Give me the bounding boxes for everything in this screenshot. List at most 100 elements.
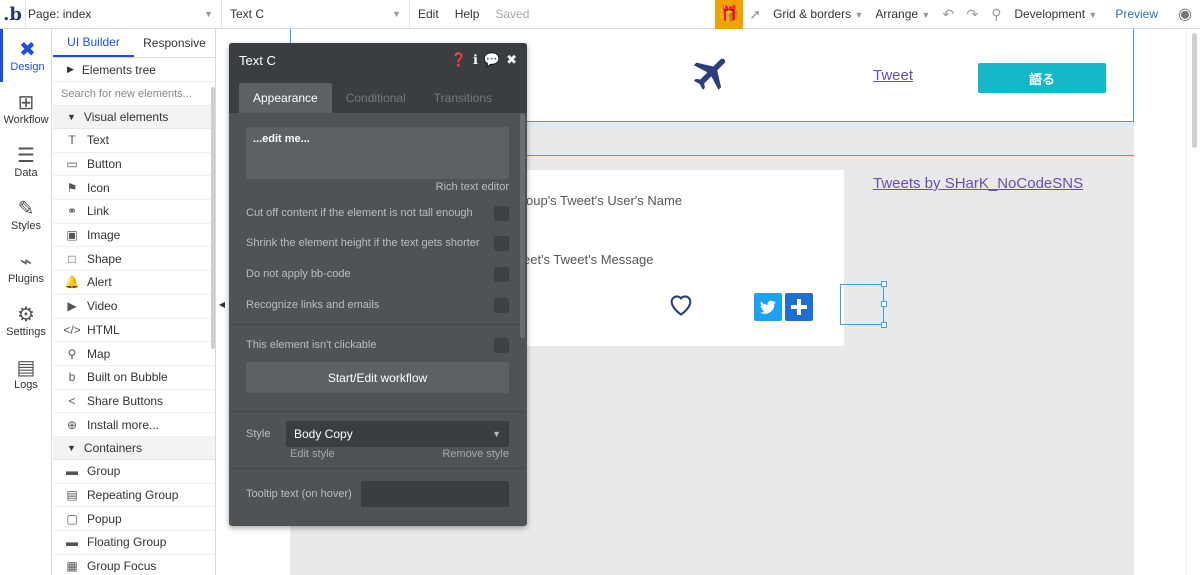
option-cut-off-content[interactable]: Cut off content if the element is not ta… (246, 204, 509, 222)
visual-element-item[interactable]: ⚑ Icon (53, 176, 215, 201)
plane-icon[interactable] (690, 51, 734, 95)
workflow-icon: ⊞ (17, 91, 35, 114)
account-icon[interactable]: ◉ (1170, 4, 1200, 24)
tweet-user-name-text[interactable]: oup's Tweet's User's Name (526, 193, 682, 208)
visual-element-item[interactable]: ⚲ Map (53, 342, 215, 366)
option-recognize-links[interactable]: Recognize links and emails (246, 296, 509, 314)
undo-icon[interactable]: ↶ (936, 6, 960, 23)
visual-element-item[interactable]: < Share Buttons (53, 390, 215, 414)
tooltip-input[interactable] (361, 481, 509, 507)
editor-scrollbar[interactable] (520, 113, 525, 338)
rail-label: Workflow (3, 113, 49, 126)
visual-element-item[interactable]: T Text (53, 129, 215, 153)
visual-element-item[interactable]: b Built on Bubble (53, 366, 215, 390)
page-selector[interactable]: Page: index ▼ (26, 0, 222, 29)
rail-data[interactable]: ☰ Data (0, 135, 52, 188)
page-scrollbar[interactable] (1186, 29, 1200, 575)
visual-element-item[interactable]: ▶ Video (53, 295, 215, 319)
option-no-bb-code[interactable]: Do not apply bb-code (246, 265, 509, 283)
containers-list: ▬ Group ▤ Repeating Group ▢ Popup ▬ Floating Gr… (53, 460, 215, 575)
preview-link[interactable]: Preview (1103, 7, 1170, 21)
option-shrink-height[interactable]: Shrink the element height if the text ge… (246, 234, 509, 252)
scrollbar-thumb[interactable] (1192, 33, 1197, 148)
visual-element-item[interactable]: 🔔 Alert (53, 271, 215, 295)
rail-styles[interactable]: ✎ Styles (0, 188, 52, 241)
help-icon[interactable]: ❓ (451, 52, 467, 68)
checkbox[interactable] (494, 337, 509, 353)
checkbox[interactable] (494, 266, 509, 282)
element-type-icon: 🔔 (64, 275, 80, 290)
arrange-menu[interactable]: Arrange ▼ (869, 7, 936, 21)
rail-logs[interactable]: ▤ Logs (0, 347, 52, 400)
visual-element-item[interactable]: ⊕ Install more... (53, 413, 215, 437)
tab-ui-builder[interactable]: UI Builder (53, 29, 134, 57)
rail-workflow[interactable]: ⊞ Workflow (0, 82, 52, 135)
edit-style-link[interactable]: Edit style (290, 448, 335, 460)
caret-down-icon: ▼ (67, 442, 76, 453)
visual-element-item[interactable]: ▭ Button (53, 153, 215, 177)
talk-button[interactable]: 語る (978, 63, 1106, 93)
help-menu[interactable]: Help (447, 7, 488, 21)
panel-scrollbar[interactable] (211, 87, 215, 349)
rail-design[interactable]: ✖ Design (0, 29, 52, 82)
elements-tree-label: Elements tree (81, 62, 156, 77)
visual-element-item[interactable]: ⚭ Link (53, 200, 215, 224)
redo-icon[interactable]: ↷ (960, 6, 984, 23)
add-icon[interactable] (785, 293, 813, 321)
resize-handle[interactable] (881, 322, 887, 328)
start-edit-workflow-button[interactable]: Start/Edit workflow (246, 362, 509, 393)
tab-responsive[interactable]: Responsive (134, 29, 215, 57)
visual-element-item[interactable]: ▣ Image (53, 224, 215, 248)
collapse-panel-icon[interactable]: ◀ (216, 295, 228, 313)
twitter-timeline-link[interactable]: Tweets by SHarK_NoCodeSNS (873, 175, 1083, 192)
bubble-logo[interactable]: .b (0, 0, 26, 29)
heart-icon[interactable] (667, 291, 695, 317)
container-element-item[interactable]: ▢ Popup (53, 507, 215, 531)
visual-element-item[interactable]: </> HTML (53, 319, 215, 343)
checkbox[interactable] (494, 235, 509, 251)
search-icon[interactable]: ⚲ (984, 6, 1008, 23)
editor-header[interactable]: Text C ❓ ℹ 💬 ✖ (229, 43, 527, 77)
container-element-item[interactable]: ▬ Group (53, 460, 215, 484)
elements-tree-toggle[interactable]: ▶ Elements tree (53, 58, 215, 82)
arrange-label: Arrange (875, 7, 919, 21)
close-icon[interactable]: ✖ (506, 52, 517, 68)
tab-conditional[interactable]: Conditional (332, 83, 420, 113)
tab-appearance[interactable]: Appearance (239, 83, 332, 113)
style-select[interactable]: Body Copy ▼ (286, 421, 509, 447)
checkbox[interactable] (494, 297, 509, 313)
remove-style-link[interactable]: Remove style (442, 448, 509, 460)
comment-icon[interactable]: 💬 (484, 52, 500, 68)
container-element-item[interactable]: ▤ Repeating Group (53, 484, 215, 508)
grid-borders-menu[interactable]: Grid & borders ▼ (767, 7, 869, 21)
info-icon[interactable]: ℹ (473, 52, 478, 68)
resize-handle[interactable] (881, 281, 887, 287)
option-not-clickable[interactable]: This element isn't clickable (246, 336, 509, 354)
left-rail: ✖ Design ⊞ Workflow ☰ Data ✎ Styles ⌁ Plugins… (0, 29, 52, 575)
element-selector[interactable]: Text C ▼ (222, 0, 410, 29)
tab-transitions[interactable]: Transitions (420, 83, 506, 113)
element-type-icon: ▭ (66, 157, 78, 172)
checkbox[interactable] (494, 205, 509, 221)
selected-element-frame[interactable] (840, 284, 884, 325)
rich-text-editor-link[interactable]: Rich text editor (436, 181, 509, 193)
edit-menu[interactable]: Edit (410, 7, 447, 21)
rail-settings[interactable]: ⚙ Settings (0, 294, 52, 347)
gift-icon[interactable]: 🎁 (715, 0, 744, 29)
rail-plugins[interactable]: ⌁ Plugins (0, 241, 52, 294)
visual-element-item[interactable]: □ Shape (53, 247, 215, 272)
container-element-item[interactable]: ▬ Floating Group (53, 531, 215, 555)
resize-handle[interactable] (881, 301, 887, 307)
twitter-icon[interactable] (754, 293, 782, 321)
containers-section[interactable]: ▼ Containers (53, 436, 215, 460)
element-search-input[interactable]: Search for new elements... (53, 82, 215, 106)
container-element-item[interactable]: ▦ Group Focus (53, 555, 215, 575)
environment-menu[interactable]: Development ▼ (1008, 7, 1103, 21)
element-type-icon: ▶ (67, 299, 77, 314)
visual-elements-section[interactable]: ▼ Visual elements (53, 106, 215, 129)
cursor-icon[interactable]: ➚ (743, 6, 767, 23)
rich-text-input[interactable]: ...edit me... (246, 127, 509, 179)
tweet-message-text[interactable]: eet's Tweet's Message (523, 252, 653, 267)
tweet-link[interactable]: Tweet (873, 67, 913, 84)
element-type-label: Group (87, 464, 121, 479)
